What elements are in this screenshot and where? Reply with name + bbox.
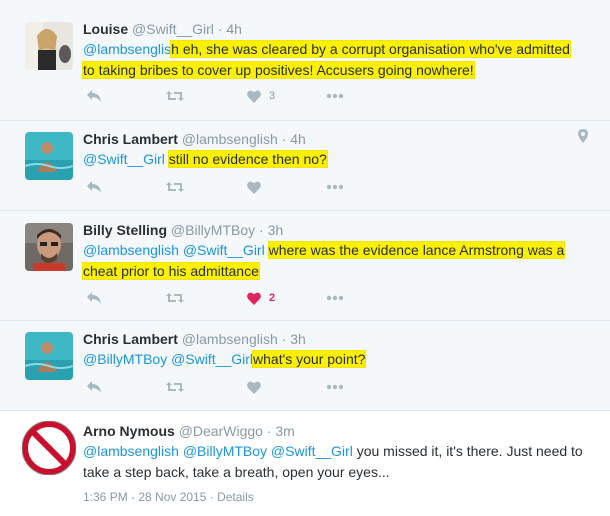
avatar-louise[interactable] [25,22,73,70]
separator: · [266,423,272,439]
reply-button[interactable] [86,377,102,397]
separator: · [259,222,264,238]
heart-icon [247,381,261,394]
reply-button[interactable] [86,86,102,106]
author-name[interactable]: Louise [83,21,128,37]
highlighted-text: to taking bribes to cover up positives! … [83,62,474,78]
tweet-text: @BillyMTBoy @Swift__Girlwhat's your poin… [83,349,593,370]
timestamp[interactable]: 4h [290,131,306,147]
author-handle[interactable]: @Swift__Girl [132,21,214,37]
separator: · [281,331,287,347]
more-icon [326,295,344,301]
more-button[interactable] [326,86,344,106]
tweet-header: Billy Stelling @BillyMTBoy · 3h [83,221,283,239]
heart-icon [247,181,261,194]
tweet-text: @lambsenglish @BillyMTBoy @Swift__Girl y… [83,441,593,483]
tweet-text: @lambsenglish eh, she was cleared by a c… [83,39,593,81]
retweet-icon [166,382,184,392]
reply-icon [87,292,101,304]
author-name[interactable]: Chris Lambert [83,131,178,147]
highlighted-text: h eh, she was cleared by a corrupt organ… [171,41,570,57]
author-name[interactable]: Arno Nymous [83,423,175,439]
highlighted-text: what's your point? [253,351,366,367]
more-button[interactable] [326,377,344,397]
mention-link[interactable]: @lambsenglis [83,41,171,57]
mention-link[interactable]: @lambsenglish [83,242,179,258]
tweet-louise[interactable]: Louise @Swift__Girl · 4h @lambsenglish e… [0,0,610,120]
tweet-arno[interactable]: Arno Nymous @DearWiggo · 3m @lambsenglis… [0,410,610,516]
highlighted-text: where was the evidence lance Armstrong w… [268,242,565,258]
retweet-button[interactable] [165,86,185,106]
author-name[interactable]: Chris Lambert [83,331,178,347]
highlighted-text: cheat prior to his admittance [83,263,259,279]
avatar-chris[interactable] [25,332,73,380]
retweet-icon [166,293,184,303]
mention-link[interactable]: @Swift__Girl [271,443,353,459]
tweet-chris-1[interactable]: Chris Lambert @lambsenglish · 4h @Swift_… [0,120,610,210]
timestamp[interactable]: 3h [268,222,284,238]
reply-icon [87,90,101,102]
tweet-header: Arno Nymous @DearWiggo · 3m [83,422,295,440]
avatar-arno[interactable] [22,421,76,475]
more-button[interactable] [326,288,344,308]
author-handle[interactable]: @lambsenglish [182,131,278,147]
tweet-text: @Swift__Girl still no evidence then no? [83,149,593,170]
tweet-text: @lambsenglish @Swift__Girl where was the… [83,240,593,282]
tweet-footer: 1:36 PM - 28 Nov 2015 · Details [83,490,254,504]
location-icon [578,129,588,143]
retweet-button[interactable] [165,288,185,308]
mention-link[interactable]: @Swift__Girl [183,242,265,258]
mention-link[interactable]: @Swift__Girl [171,351,253,367]
tweet-text-line: take a step back, take a breath, open yo… [83,464,390,480]
more-icon [326,384,344,390]
like-count: 3 [269,90,276,102]
mention-link[interactable]: @BillyMTBoy [83,351,167,367]
retweet-button[interactable] [165,177,185,197]
more-icon [326,184,344,190]
author-handle[interactable]: @DearWiggo [179,423,263,439]
reply-icon [87,381,101,393]
tweet-chris-2[interactable]: Chris Lambert @lambsenglish · 3h @BillyM… [0,320,610,410]
like-button[interactable] [247,177,261,197]
like-button[interactable]: 3 [247,86,275,106]
mention-link[interactable]: @lambsenglish [83,443,179,459]
retweet-icon [166,182,184,192]
retweet-icon [166,91,184,101]
tweet-billy[interactable]: Billy Stelling @BillyMTBoy · 3h @lambsen… [0,210,610,320]
like-count: 2 [269,292,276,304]
tweet-header: Chris Lambert @lambsenglish · 4h [83,130,306,148]
details-link[interactable]: Details [217,490,254,504]
tweet-header: Louise @Swift__Girl · 4h [83,20,242,38]
more-button[interactable] [326,177,344,197]
heart-icon [247,292,261,305]
like-button[interactable] [247,377,261,397]
full-timestamp[interactable]: 1:36 PM - 28 Nov 2015 [83,490,206,504]
tweet-header: Chris Lambert @lambsenglish · 3h [83,330,306,348]
timestamp[interactable]: 3m [275,423,294,439]
avatar-chris[interactable] [25,132,73,180]
reply-button[interactable] [86,288,102,308]
author-handle[interactable]: @BillyMTBoy [171,222,255,238]
like-button[interactable]: 2 [247,288,275,308]
heart-icon [247,90,261,103]
timestamp[interactable]: 3h [290,331,306,347]
mention-link[interactable]: @BillyMTBoy [183,443,267,459]
tweet-text-line: you missed it, it's there. Just need to [352,443,583,459]
retweet-button[interactable] [165,377,185,397]
more-icon [326,93,344,99]
highlighted-text: still no evidence then no? [168,151,327,167]
separator: · [281,131,287,147]
blocked-icon [22,421,76,475]
author-handle[interactable]: @lambsenglish [182,331,278,347]
reply-icon [87,181,101,193]
timestamp[interactable]: 4h [226,21,242,37]
author-name[interactable]: Billy Stelling [83,222,167,238]
separator: · [206,490,218,504]
avatar-billy[interactable] [25,223,73,271]
location-button[interactable] [578,129,588,148]
reply-button[interactable] [86,177,102,197]
separator: · [217,21,223,37]
mention-link[interactable]: @Swift__Girl [83,151,165,167]
